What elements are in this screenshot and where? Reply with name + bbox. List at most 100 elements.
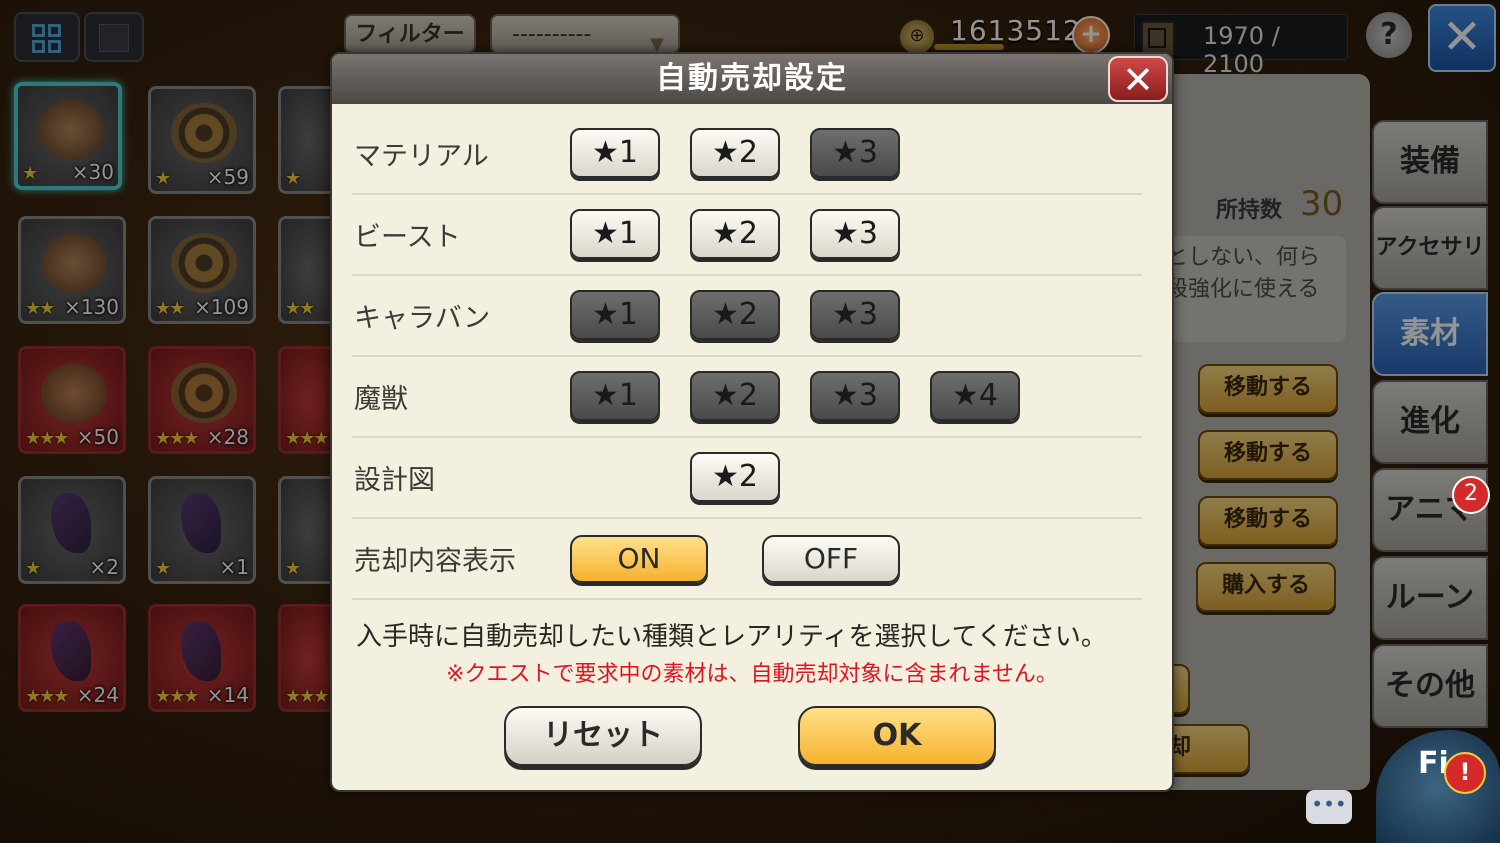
- warning-note: ※クエストで要求中の素材は、自動売却対象に含まれません。: [446, 662, 1058, 687]
- rarity-stars: ★: [155, 558, 171, 579]
- rarity-stars: ★★★: [25, 686, 69, 707]
- buy-button[interactable]: 購入する: [1196, 562, 1336, 612]
- inventory-slot[interactable]: ★★★ ×28: [148, 346, 256, 454]
- tab-accessory[interactable]: アクセサリ: [1372, 206, 1488, 290]
- rarity-toggle-2[interactable]: ★2: [690, 290, 780, 340]
- inventory-slot[interactable]: ★★★ ×50: [18, 346, 126, 454]
- dialog-title: 自動売却設定: [332, 54, 1172, 104]
- close-screen-button[interactable]: ✕: [1428, 4, 1496, 72]
- rarity-toggle-2[interactable]: ★2: [690, 452, 780, 502]
- rarity-stars: ★★★: [285, 428, 329, 449]
- filter-dropdown[interactable]: ---------- ▼: [490, 14, 680, 55]
- move-button[interactable]: 移動する: [1198, 364, 1338, 414]
- rarity-toggle-3[interactable]: ★3: [810, 128, 900, 178]
- rarity-toggle-1[interactable]: ★1: [570, 128, 660, 178]
- tab-equipment[interactable]: 装備: [1372, 120, 1488, 204]
- coin-icon: ⊕: [898, 18, 936, 56]
- square-icon: [99, 24, 129, 52]
- item-quantity: ×28: [206, 425, 249, 449]
- coin-count: 1613512: [950, 14, 1082, 47]
- item-quantity: ×59: [206, 165, 249, 189]
- inventory-slot[interactable]: ★ ×2: [18, 476, 126, 584]
- inventory-slot[interactable]: ★★★: [278, 604, 338, 712]
- rarity-stars: ★: [25, 558, 41, 579]
- item-quantity: ×50: [76, 425, 119, 449]
- inventory-slot[interactable]: ★★ ×109: [148, 216, 256, 324]
- rarity-toggle-3[interactable]: ★3: [810, 371, 900, 421]
- rarity-toggle-2[interactable]: ★2: [690, 128, 780, 178]
- list-view-button[interactable]: [84, 12, 144, 62]
- category-label: ビースト: [354, 222, 461, 253]
- category-label: キャラバン: [354, 303, 491, 334]
- material-icon: [41, 363, 107, 423]
- grid-view-button[interactable]: [14, 12, 80, 62]
- inventory-slot[interactable]: ★★★: [278, 346, 338, 454]
- inventory-slot[interactable]: ★★ ×130: [18, 216, 126, 324]
- tab-materials[interactable]: 素材: [1372, 292, 1488, 376]
- filter-button[interactable]: フィルター: [344, 14, 476, 54]
- alert-icon: !: [1444, 752, 1486, 794]
- category-label: 設計図: [354, 465, 435, 496]
- inventory-slot[interactable]: ★ ×30: [14, 82, 122, 190]
- reset-button[interactable]: リセット: [504, 706, 702, 766]
- add-coins-button[interactable]: +: [1072, 16, 1110, 54]
- rarity-toggle-1[interactable]: ★1: [570, 371, 660, 421]
- rarity-stars: ★★★: [285, 686, 329, 707]
- auto-sell-settings-dialog: 自動売却設定 ✕ マテリアル ★1 ★2 ★3 ビースト ★1 ★2 ★3 キャ…: [330, 52, 1174, 792]
- category-label: マテリアル: [354, 141, 489, 172]
- inventory-slot[interactable]: ★ ×59: [148, 86, 256, 194]
- tab-rune[interactable]: ルーン: [1372, 556, 1488, 640]
- item-quantity: ×1: [219, 555, 249, 579]
- owned-label: 所持数: [1216, 198, 1283, 223]
- tab-other[interactable]: その他: [1372, 644, 1488, 728]
- move-button[interactable]: 移動する: [1198, 496, 1338, 546]
- rarity-toggle-1[interactable]: ★1: [570, 290, 660, 340]
- rarity-stars: ★★: [285, 298, 315, 319]
- sell-display-row: 売却内容表示 ON OFF: [332, 519, 1172, 600]
- grid-icon: [48, 24, 61, 37]
- rarity-toggle-2[interactable]: ★2: [690, 371, 780, 421]
- item-quantity: ×109: [194, 295, 249, 319]
- item-quantity: ×130: [64, 295, 119, 319]
- ok-button[interactable]: OK: [798, 706, 996, 766]
- grid-icon: [32, 40, 45, 53]
- inventory-slot[interactable]: ★★: [278, 216, 338, 324]
- filter-dropdown-value: ----------: [512, 22, 592, 47]
- gear-icon: [171, 103, 237, 163]
- rarity-toggle-3[interactable]: ★3: [810, 290, 900, 340]
- display-on-toggle[interactable]: ON: [570, 535, 708, 583]
- item-description: としない、何ら 殺強化に使える: [1166, 245, 1321, 302]
- material-icon: [38, 100, 104, 160]
- crystal-icon: [181, 621, 221, 681]
- rarity-toggle-1[interactable]: ★1: [570, 209, 660, 259]
- rarity-toggle-2[interactable]: ★2: [690, 209, 780, 259]
- move-button[interactable]: 移動する: [1198, 430, 1338, 480]
- chat-icon[interactable]: •••: [1306, 790, 1352, 824]
- item-quantity: ×14: [206, 683, 249, 707]
- inventory-slot[interactable]: ★: [278, 476, 338, 584]
- capacity-value: 1970 / 2100: [1203, 22, 1280, 78]
- rarity-stars: ★: [285, 168, 301, 189]
- rarity-toggle-3[interactable]: ★3: [810, 209, 900, 259]
- dialog-close-button[interactable]: ✕: [1108, 56, 1168, 102]
- rarity-stars: ★★: [155, 298, 185, 319]
- help-button[interactable]: ?: [1366, 12, 1412, 58]
- category-row-material: マテリアル ★1 ★2 ★3: [332, 114, 1172, 195]
- item-quantity: ×30: [71, 160, 114, 184]
- display-off-toggle[interactable]: OFF: [762, 535, 900, 583]
- rarity-stars: ★★★: [155, 428, 199, 449]
- tab-evolution[interactable]: 進化: [1372, 380, 1488, 464]
- inventory-slot[interactable]: ★★★ ×14: [148, 604, 256, 712]
- inventory-slot[interactable]: ★★★ ×24: [18, 604, 126, 712]
- rarity-toggle-4[interactable]: ★4: [930, 371, 1020, 421]
- category-row-blueprint: 設計図 ★2: [332, 438, 1172, 519]
- category-row-beast: ビースト ★1 ★2 ★3: [332, 195, 1172, 276]
- inventory-slot[interactable]: ★ ×1: [148, 476, 256, 584]
- inventory-slot[interactable]: ★: [278, 86, 338, 194]
- grid-icon: [32, 24, 45, 37]
- rarity-stars: ★★★: [25, 428, 69, 449]
- sell-display-label: 売却内容表示: [354, 546, 516, 577]
- instruction-text: 入手時に自動売却したい種類とレアリティを選択してください。: [356, 622, 1107, 652]
- rarity-stars: ★: [22, 163, 38, 184]
- material-icon: [41, 233, 107, 293]
